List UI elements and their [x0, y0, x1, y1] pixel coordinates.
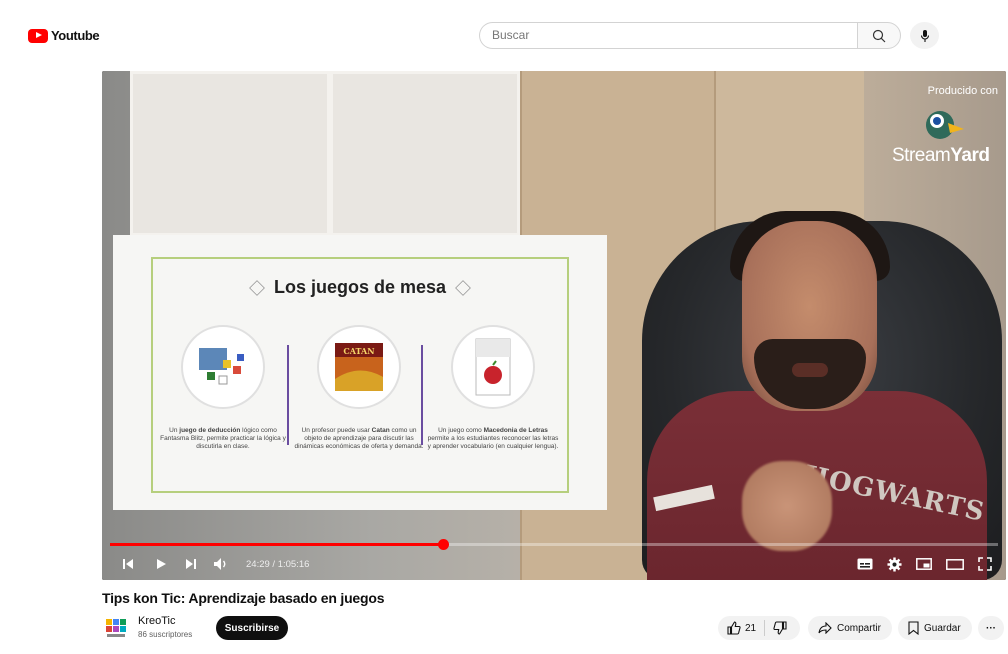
- logo-text: Youtube: [51, 28, 100, 43]
- game-desc-text: Un juego como: [438, 427, 484, 434]
- macedonia-box-icon: [475, 338, 511, 396]
- theater-mode-button[interactable]: [946, 549, 964, 579]
- right-controls: [857, 549, 992, 579]
- video-player[interactable]: HOGWARTS Producido con StreamYard Los ju…: [102, 71, 1006, 580]
- subscribe-button[interactable]: Suscribirse: [216, 616, 288, 640]
- youtube-watch-page: Youtube Buscar HOGWARTS Producido con St…: [0, 0, 1008, 654]
- volume-icon: [214, 558, 226, 570]
- like-dislike-group: 21: [718, 616, 800, 640]
- more-actions-label: ···: [986, 622, 996, 634]
- game-desc-text: permite a los estudiantes reconocer las …: [427, 435, 559, 450]
- slide-frame: Los juegos de mesa Un juego de deducción…: [151, 257, 569, 493]
- game-image-circle: [451, 325, 535, 409]
- presenter-mouth: [792, 363, 828, 377]
- bookshelf: [330, 71, 520, 236]
- game-image-circle: [181, 325, 265, 409]
- presenter-hand: [742, 461, 832, 551]
- game-desc-text: Un: [169, 427, 180, 434]
- bookshelf: [130, 71, 330, 236]
- voice-search-button[interactable]: [910, 22, 939, 49]
- theater-mode-icon: [946, 558, 964, 570]
- game-description: Un juego como Macedonia de Letras permit…: [427, 427, 559, 451]
- subscriber-count: 86 suscriptores: [138, 630, 193, 639]
- catan-box-icon: CATAN: [335, 343, 383, 391]
- player-controls: 24:29 / 1:05:16: [102, 549, 1006, 579]
- miniplayer-icon: [916, 558, 932, 570]
- skip-previous-icon: [123, 559, 133, 569]
- skip-next-icon: [186, 559, 196, 569]
- cube-icon: [249, 280, 265, 297]
- more-actions-button[interactable]: ···: [978, 616, 1004, 640]
- search-bar: Buscar: [479, 22, 901, 49]
- slide-title: Los juegos de mesa: [273, 277, 447, 297]
- youtube-play-logo-icon: [28, 28, 48, 43]
- bookmark-icon: [908, 621, 919, 635]
- brand-part-yard: Yard: [950, 145, 990, 166]
- miniplayer-button[interactable]: [916, 549, 932, 579]
- game-item-catan: CATAN Un profesor puede usar Catan como …: [293, 325, 425, 451]
- board-game-pieces-icon: [199, 348, 244, 385]
- game-desc-bold: juego de deducción: [179, 427, 241, 434]
- catan-box-label: CATAN: [343, 346, 374, 356]
- fullscreen-button[interactable]: [978, 549, 992, 579]
- like-button[interactable]: 21: [718, 616, 756, 640]
- game-description: Un juego de deducción lógico como Fantas…: [157, 427, 289, 451]
- brand-part-stream: Stream: [892, 145, 951, 166]
- volume-button[interactable]: [206, 549, 236, 579]
- progress-bar[interactable]: [110, 539, 998, 550]
- thumbs-down-icon: [773, 621, 787, 635]
- streamyard-duck-logo-icon: [926, 111, 964, 139]
- microphone-icon: [920, 29, 929, 42]
- game-description: Un profesor puede usar Catan como un obj…: [293, 427, 425, 451]
- play-button[interactable]: [146, 549, 176, 579]
- share-icon: [818, 622, 832, 634]
- thumbs-up-icon: [727, 621, 741, 635]
- dislike-button[interactable]: [765, 621, 787, 635]
- search-icon: [872, 29, 886, 42]
- watermark-caption: Producido con: [927, 85, 998, 97]
- search-input[interactable]: Buscar: [479, 22, 857, 49]
- progress-played: [110, 543, 443, 546]
- settings-button[interactable]: [887, 549, 902, 579]
- gear-icon: [887, 556, 902, 572]
- top-bar: Youtube Buscar: [0, 0, 1008, 58]
- save-button[interactable]: Guardar: [898, 616, 972, 640]
- time-display: 24:29 / 1:05:16: [246, 558, 310, 570]
- presentation-slide: Los juegos de mesa Un juego de deducción…: [113, 235, 607, 510]
- fullscreen-icon: [978, 557, 992, 571]
- play-icon: [157, 559, 166, 569]
- streamyard-brand: StreamYard: [892, 145, 990, 167]
- game-desc-text: Un profesor puede usar: [301, 427, 372, 434]
- game-desc-bold: Catan: [371, 427, 390, 434]
- save-label: Guardar: [924, 622, 961, 634]
- channel-avatar[interactable]: [104, 617, 128, 639]
- like-count: 21: [745, 622, 757, 634]
- game-image-circle: CATAN: [317, 325, 401, 409]
- slide-divider: [421, 345, 423, 445]
- subtitles-button[interactable]: [857, 549, 873, 579]
- game-item-macedonia: Un juego como Macedonia de Letras permit…: [427, 325, 559, 451]
- next-button[interactable]: [176, 549, 206, 579]
- game-desc-bold: Macedonia de Letras: [483, 427, 548, 434]
- share-label: Compartir: [837, 622, 881, 634]
- previous-button[interactable]: [110, 549, 146, 579]
- slide-title-row: Los juegos de mesa: [153, 277, 567, 298]
- youtube-logo[interactable]: Youtube: [28, 28, 100, 43]
- channel-name[interactable]: KreoTic: [138, 615, 176, 627]
- video-title: Tips kon Tic: Aprendizaje basado en jueg…: [102, 590, 385, 606]
- search-button[interactable]: [857, 22, 901, 49]
- share-button[interactable]: Compartir: [808, 616, 892, 640]
- slide-divider: [287, 345, 289, 445]
- subtitles-icon: [857, 558, 873, 570]
- cube-icon: [455, 280, 471, 297]
- game-item-deduction: Un juego de deducción lógico como Fantas…: [157, 325, 289, 451]
